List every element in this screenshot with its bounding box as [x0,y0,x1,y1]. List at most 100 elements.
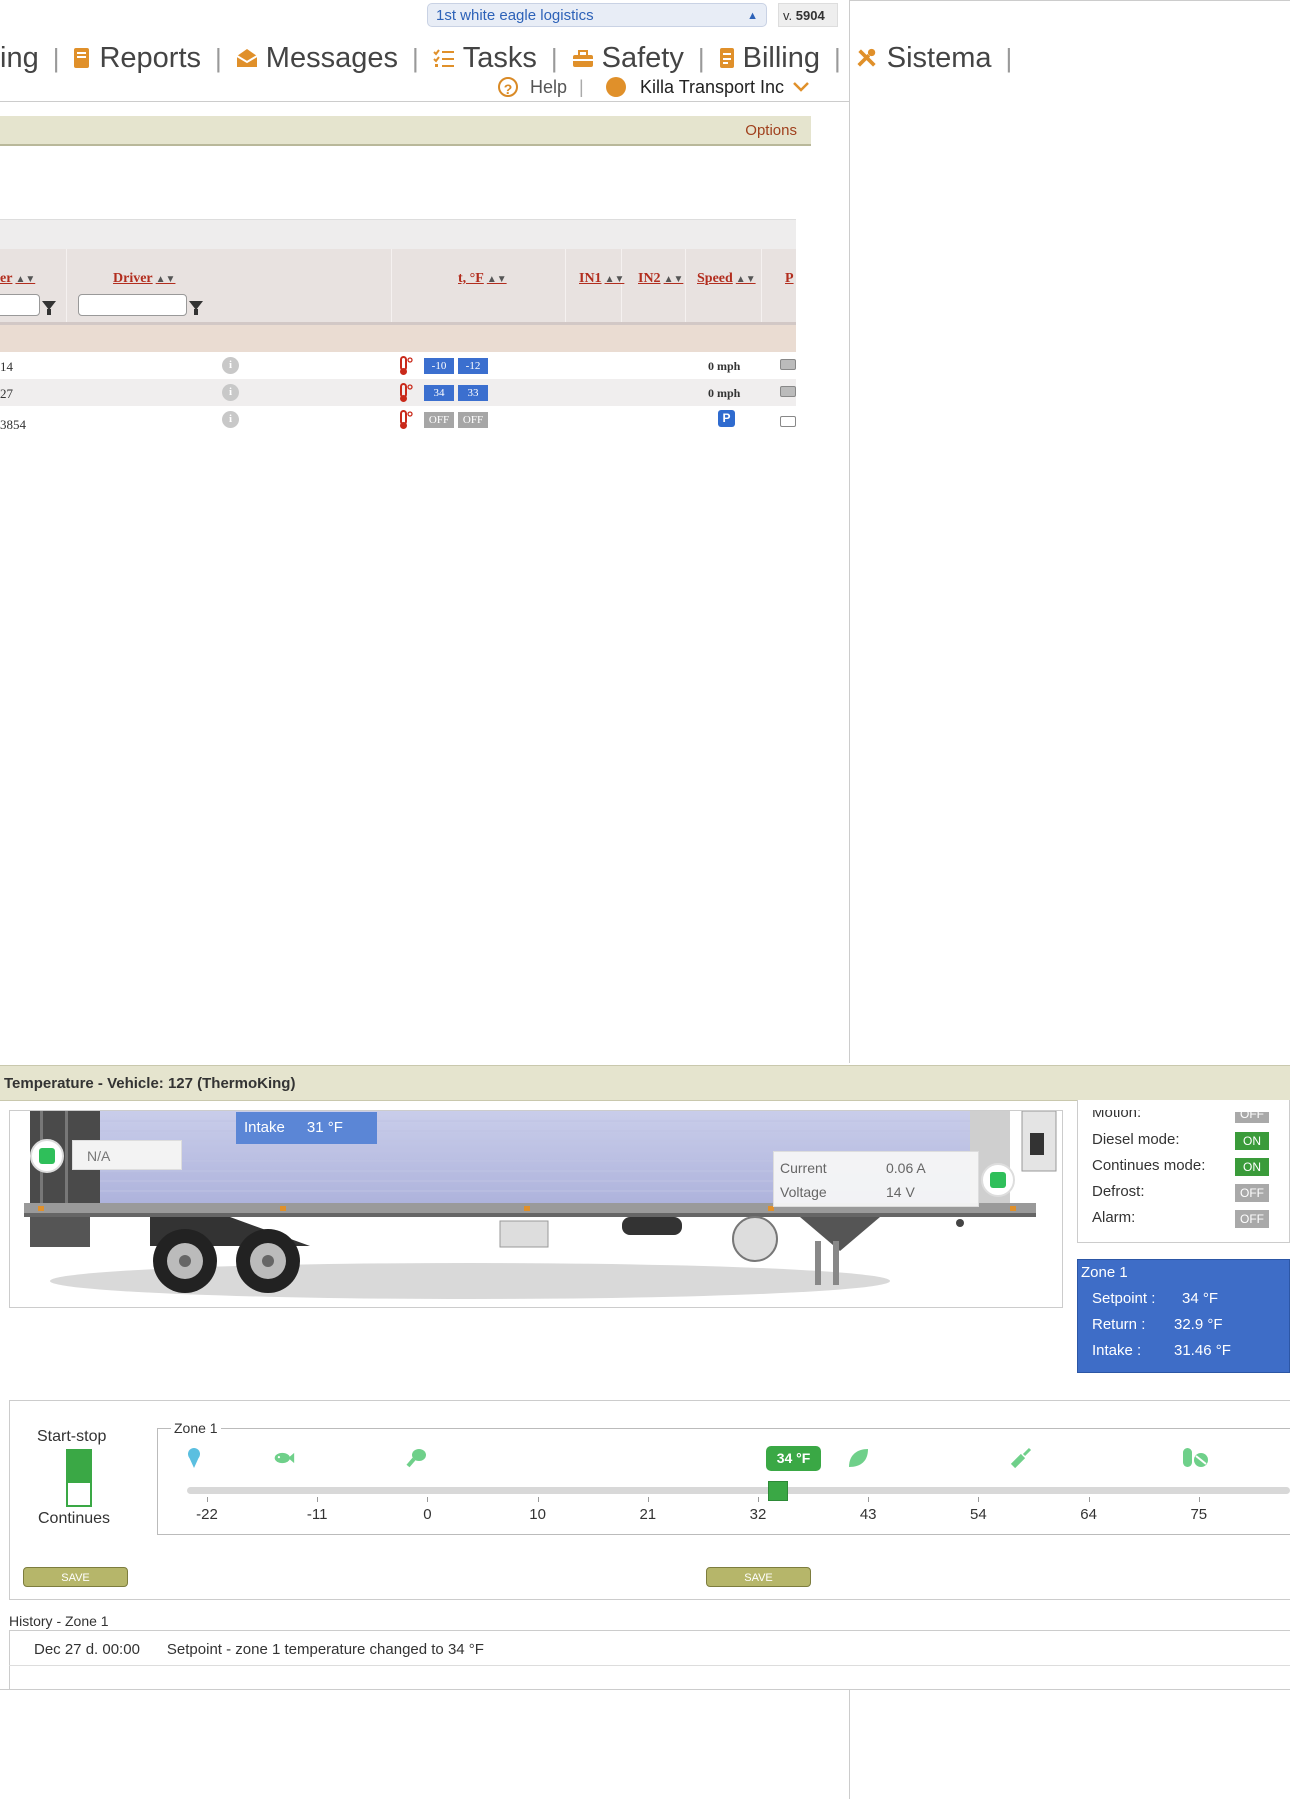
save-setpoint-button[interactable]: SAVE [706,1567,811,1587]
slider-tick [317,1497,319,1502]
slider-tick-label: 0 [423,1506,432,1523]
nav-separator: | [697,42,705,73]
nav-item-sistema[interactable]: Sistema [855,42,992,75]
nav-item-safety[interactable]: Safety [572,42,684,75]
user-menu[interactable]: Killa Transport Inc [606,74,810,100]
options-bar: Options [0,116,811,146]
nav-item-tracking[interactable]: ing [0,42,39,75]
intake-readout: Intake 31 °F [236,1112,377,1144]
setpoint-bubble: 34 °F [766,1446,822,1471]
toolbox-icon [572,50,593,67]
leaf-icon [849,1449,868,1467]
intake-label: Intake : [1092,1342,1142,1359]
book-icon [74,48,90,68]
history-divider [9,1665,1290,1666]
filter-icon[interactable] [189,301,203,315]
column-header-temp[interactable]: t, °F ▲▼ [458,271,507,287]
nav-label: ing [0,41,39,74]
zone-summary-panel: Zone 1 Setpoint : 34 °F Return : 32.9 °F… [1077,1259,1290,1373]
column-label: Driver [113,271,153,286]
column-label: Speed [697,271,733,286]
start-stop-toggle[interactable] [66,1449,92,1507]
nav-separator: | [411,42,419,73]
speed-value: 0 mph [708,386,741,400]
column-header-power[interactable]: P [785,271,794,287]
column-separator [761,249,762,322]
filter-input-driver[interactable] [78,294,187,316]
setpoint-label: Setpoint : [1092,1290,1156,1307]
table-row[interactable]: 14 i -10 -12 0 mph [0,352,796,379]
list-check-icon [433,49,454,67]
return-value: 32.9 °F [1174,1316,1223,1333]
pill-icon [1183,1448,1208,1467]
version-prefix: v. [783,8,793,23]
column-label: IN2 [638,271,661,286]
slider-tick-label: -11 [306,1506,328,1523]
nav-label: Tasks [462,41,537,74]
nav-item-reports[interactable]: Reports [73,42,201,75]
temp-sensor-1: -10 [424,358,454,374]
version-label: v. 5904 [778,3,838,27]
nav-label: Messages [265,41,398,74]
battery-empty-icon [780,416,796,427]
column-separator [685,249,686,322]
slider-tick-label: -22 [196,1506,218,1523]
filter-icon[interactable] [42,301,56,315]
slider-tick [868,1497,870,1502]
battery-icon [780,359,796,370]
parked-badge: P [718,410,735,427]
nav-item-messages[interactable]: Messages [236,42,398,75]
column-header-prev[interactable]: er ▲▼ [0,271,35,287]
bottle-icon [1010,1447,1032,1469]
nav-label: Billing [742,41,820,74]
save-start-stop-button[interactable]: SAVE [23,1567,128,1587]
door-icon [39,1148,55,1164]
column-label: P [785,271,794,286]
info-icon[interactable]: i [222,357,239,374]
door-sensor-button[interactable] [30,1139,64,1173]
table-group-row [0,325,796,352]
column-header-driver[interactable]: Driver ▲▼ [113,271,175,287]
table-row[interactable]: 3854 i OFF OFF P [0,406,796,433]
info-icon[interactable]: i [222,384,239,401]
toggle-fill [68,1451,90,1483]
envelope-icon [236,49,258,67]
start-stop-label: Start-stop [37,1428,107,1445]
return-label: Return : [1092,1316,1146,1333]
nav-item-tasks[interactable]: Tasks [433,42,537,75]
filter-input-prev[interactable] [0,294,40,316]
nav-separator: | [215,42,222,73]
setpoint-slider-track[interactable] [187,1487,1290,1494]
temp-sensor-2: -12 [458,358,488,374]
history-title: History - Zone 1 [9,1613,109,1629]
history-list [9,1630,1290,1690]
slider-tick [207,1497,208,1502]
status-badge: OFF [1235,1112,1269,1123]
voltage-label: Voltage [780,1184,827,1200]
column-label: t, °F [458,271,484,286]
help-link[interactable]: ? Help | [498,74,584,100]
chevron-down-icon [793,82,809,92]
company-select[interactable]: 1st white eagle logistics ▲ [427,3,767,27]
current-label: Current [780,1160,827,1176]
column-header-in1[interactable]: IN1 ▲▼ [579,271,624,287]
zone-title: Zone 1 [1081,1264,1128,1281]
info-icon[interactable]: i [222,411,239,428]
select-arrows-icon: ▲ [747,10,758,22]
setpoint-slider-handle[interactable] [768,1481,789,1501]
drumstick-icon [406,1449,426,1468]
setpoint-value: 34 °F [1182,1290,1219,1307]
battery-icon [780,386,796,397]
battery-button[interactable] [981,1163,1015,1197]
door-status: N/A [72,1140,182,1170]
column-header-in2[interactable]: IN2 ▲▼ [638,271,683,287]
column-header-speed[interactable]: Speed ▲▼ [697,271,756,287]
table-toolbar [0,219,796,250]
nav-item-billing[interactable]: Billing [719,42,820,75]
table-row[interactable]: 27 i 34 33 0 mph [0,379,796,406]
options-button[interactable]: Options [745,122,797,139]
user-name: Killa Transport Inc [640,76,785,97]
temp-sensor-2: 33 [458,385,488,401]
slider-tick [978,1497,980,1502]
history-entry: Dec 27 d. 00:00 Setpoint - zone 1 tempera… [34,1641,484,1658]
